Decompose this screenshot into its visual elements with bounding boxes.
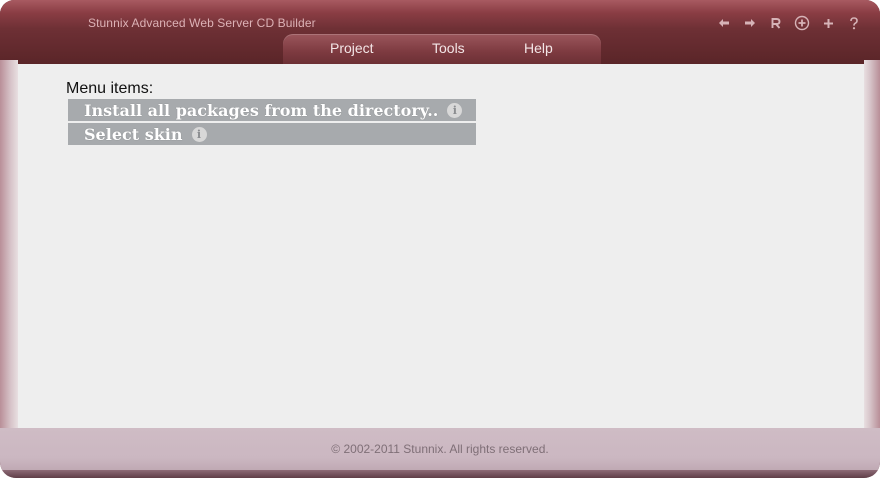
menu-items-label: Menu items: xyxy=(66,80,154,97)
back-icon[interactable] xyxy=(716,15,732,31)
window-frame-left xyxy=(0,60,18,440)
menu-tools[interactable]: Tools xyxy=(432,40,465,56)
window-controls xyxy=(716,14,862,32)
install-packages-label: Install all packages from the directory.… xyxy=(84,100,439,120)
select-skin-item[interactable]: Select skin i xyxy=(68,123,476,145)
forward-icon[interactable] xyxy=(742,15,758,31)
add-icon[interactable] xyxy=(820,15,836,31)
app-window: Stunnix Advanced Web Server CD Builder P… xyxy=(0,0,880,478)
window-frame-bottom xyxy=(0,470,880,478)
info-icon[interactable]: i xyxy=(447,102,463,118)
window-frame-right xyxy=(864,60,880,440)
main-menu-bar: Project Tools Help xyxy=(283,34,601,64)
menu-help[interactable]: Help xyxy=(524,40,553,56)
install-packages-item[interactable]: Install all packages from the directory.… xyxy=(68,99,476,121)
select-skin-label: Select skin xyxy=(84,124,183,144)
info-icon[interactable]: i xyxy=(191,126,207,142)
copyright-text: © 2002-2011 Stunnix. All rights reserved… xyxy=(331,442,549,456)
main-content: Menu items: Install all packages from th… xyxy=(18,64,864,428)
zoom-icon[interactable] xyxy=(794,15,810,31)
help-icon[interactable] xyxy=(846,15,862,31)
app-title: Stunnix Advanced Web Server CD Builder xyxy=(88,16,316,30)
menu-project[interactable]: Project xyxy=(330,40,374,56)
reload-icon[interactable] xyxy=(768,15,784,31)
